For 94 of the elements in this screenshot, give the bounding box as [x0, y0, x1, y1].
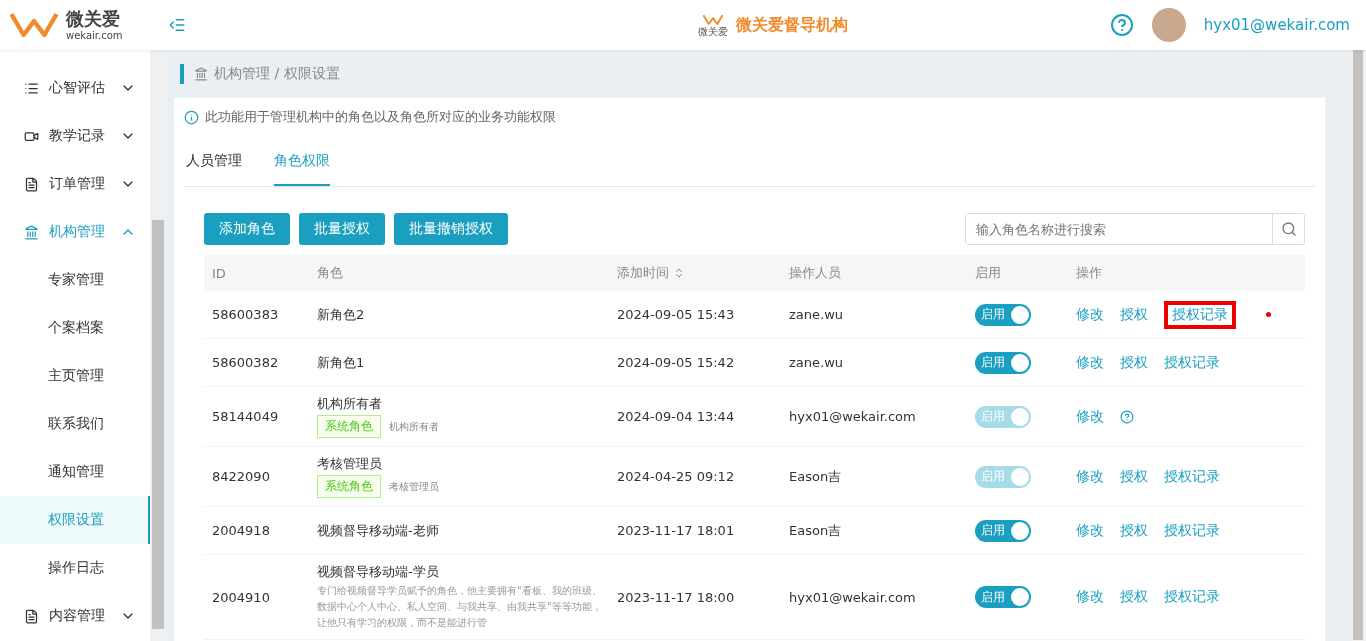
- sidebar-subitem[interactable]: 操作日志: [0, 544, 150, 592]
- table-cell-text: zane.wu: [789, 355, 845, 370]
- marker-dot: [1266, 312, 1271, 317]
- action-button[interactable]: 添加角色: [204, 213, 290, 245]
- table-cell-text: 58600383: [212, 307, 280, 322]
- table-cell-text: Eason吉: [789, 467, 843, 486]
- sidebar-item[interactable]: 订单管理: [0, 160, 150, 208]
- action-link[interactable]: 修改: [1076, 521, 1104, 540]
- sidebar-subitem[interactable]: 权限设置: [0, 496, 150, 544]
- table-cell-text: hyx01@wekair.com: [789, 409, 917, 424]
- table-cell-text: 2024-04-25 09:12: [617, 469, 736, 484]
- action-button[interactable]: 批量撤销授权: [394, 213, 508, 245]
- table-cell-text: 2004918: [212, 523, 271, 538]
- toggle-switch: 启用: [975, 465, 1031, 488]
- table-cell-text: 2023-11-17 18:01: [617, 523, 736, 538]
- sidebar-subitem[interactable]: 联系我们: [0, 400, 150, 448]
- sidebar-item[interactable]: 机构管理: [0, 208, 150, 256]
- menu-icon: [24, 80, 39, 96]
- logo-name: 微关爱: [66, 9, 121, 28]
- small-logo-text: 微关爱: [697, 26, 728, 37]
- sidebar-subitem[interactable]: 通知管理: [0, 448, 150, 496]
- table-cell-text: 2024-09-04 13:44: [617, 409, 736, 424]
- sidebar-scrollbar[interactable]: [150, 50, 166, 641]
- breadcrumb: 机构管理 / 权限设置: [214, 65, 340, 83]
- toggle-switch[interactable]: 启用: [975, 351, 1031, 374]
- action-button[interactable]: 批量授权: [299, 213, 385, 245]
- action-link[interactable]: 授权: [1120, 521, 1148, 540]
- role-note: 考核管理员: [389, 479, 439, 494]
- action-link[interactable]: 修改: [1076, 305, 1104, 324]
- avatar[interactable]: [1151, 8, 1186, 42]
- role-name: 视频督导移动端-老师: [317, 521, 440, 540]
- table-cell-text: 58144049: [212, 409, 280, 424]
- role-name: 机构所有者: [317, 395, 383, 413]
- action-link[interactable]: 授权记录: [1164, 521, 1220, 540]
- role-tag: 系统角色: [317, 415, 381, 438]
- table-cell-text: 2024-09-05 15:43: [617, 307, 736, 322]
- action-link[interactable]: 授权记录: [1172, 305, 1228, 324]
- table-cell-text: 58600382: [212, 355, 280, 370]
- sidebar-item[interactable]: 教学记录: [0, 112, 150, 160]
- action-link[interactable]: 授权: [1120, 353, 1148, 372]
- toggle-switch[interactable]: 启用: [975, 519, 1031, 542]
- column-header: 添加时间: [617, 264, 669, 282]
- sidebar-subitem[interactable]: 专家管理: [0, 256, 150, 304]
- column-header: 启用: [975, 264, 1001, 282]
- role-tag: 系统角色: [317, 475, 381, 498]
- table-cell-text: 8422090: [212, 469, 271, 484]
- toggle-switch[interactable]: 启用: [975, 303, 1031, 326]
- column-header: ID: [212, 265, 226, 281]
- search-button[interactable]: [1272, 214, 1304, 244]
- table-cell-text: hyx01@wekair.com: [789, 589, 917, 605]
- role-name: 考核管理员: [317, 455, 383, 473]
- sidebar-subitem[interactable]: 主页管理: [0, 352, 150, 400]
- table-cell-text: 2004910: [212, 589, 271, 605]
- table-cell-text: 2024-09-05 15:42: [617, 355, 736, 370]
- column-header: 操作人员: [789, 264, 841, 282]
- role-name: 新角色2: [317, 305, 366, 324]
- sidebar-subitem[interactable]: 个案档案: [0, 304, 150, 352]
- action-link[interactable]: 授权: [1120, 305, 1148, 324]
- column-header: 操作: [1076, 264, 1102, 282]
- logo-domain: wekair.com: [66, 30, 123, 41]
- column-header: 角色: [317, 264, 343, 282]
- action-link[interactable]: 修改: [1076, 588, 1104, 606]
- action-link[interactable]: 授权: [1120, 588, 1148, 606]
- role-description: 专门给视频督导学员赋予的角色，他主要拥有"看板、我的班级、数据中心个人中心、私人空间、与我共享、由我共享"等等功能，让他只有学习的权限，而不是能进行管: [317, 584, 603, 630]
- tab[interactable]: 角色权限: [274, 142, 330, 186]
- role-name: 新角色1: [317, 353, 366, 372]
- menu-icon: [24, 224, 39, 240]
- action-link[interactable]: 授权记录: [1164, 353, 1220, 372]
- menu-icon: [24, 176, 39, 192]
- menu-icon: [24, 608, 39, 624]
- info-icon: [184, 109, 199, 125]
- action-link[interactable]: 授权记录: [1164, 588, 1220, 606]
- notice-text: 此功能用于管理机构中的角色以及角色所对应的业务功能权限: [205, 108, 556, 126]
- role-note: 机构所有者: [389, 419, 439, 434]
- search-icon: [1280, 221, 1297, 237]
- user-name[interactable]: hyx01@wekair.com: [1203, 16, 1350, 34]
- role-name: 视频督导移动端-学员: [317, 563, 440, 581]
- sidebar-item[interactable]: 心智评估: [0, 64, 150, 112]
- search-field[interactable]: 输入角色名称进行搜索: [965, 213, 1305, 245]
- table-cell-text: 2023-11-17 18:00: [617, 589, 736, 605]
- sidebar-item[interactable]: 内容管理: [0, 592, 150, 640]
- collapse-menu-icon[interactable]: [168, 16, 186, 34]
- tab[interactable]: 人员管理: [186, 142, 242, 186]
- page-scrollbar[interactable]: [1350, 50, 1366, 641]
- action-link[interactable]: 修改: [1076, 353, 1104, 372]
- sort-icon[interactable]: [673, 267, 685, 279]
- table-cell-text: Eason吉: [789, 521, 843, 540]
- app-title: 微关爱督导机构: [735, 14, 848, 36]
- toggle-switch[interactable]: 启用: [975, 586, 1031, 608]
- logo-icon: [701, 13, 724, 27]
- table-cell-text: zane.wu: [789, 307, 845, 322]
- help-icon[interactable]: [1109, 13, 1134, 37]
- bank-icon: [194, 67, 208, 81]
- toggle-switch: 启用: [975, 405, 1031, 428]
